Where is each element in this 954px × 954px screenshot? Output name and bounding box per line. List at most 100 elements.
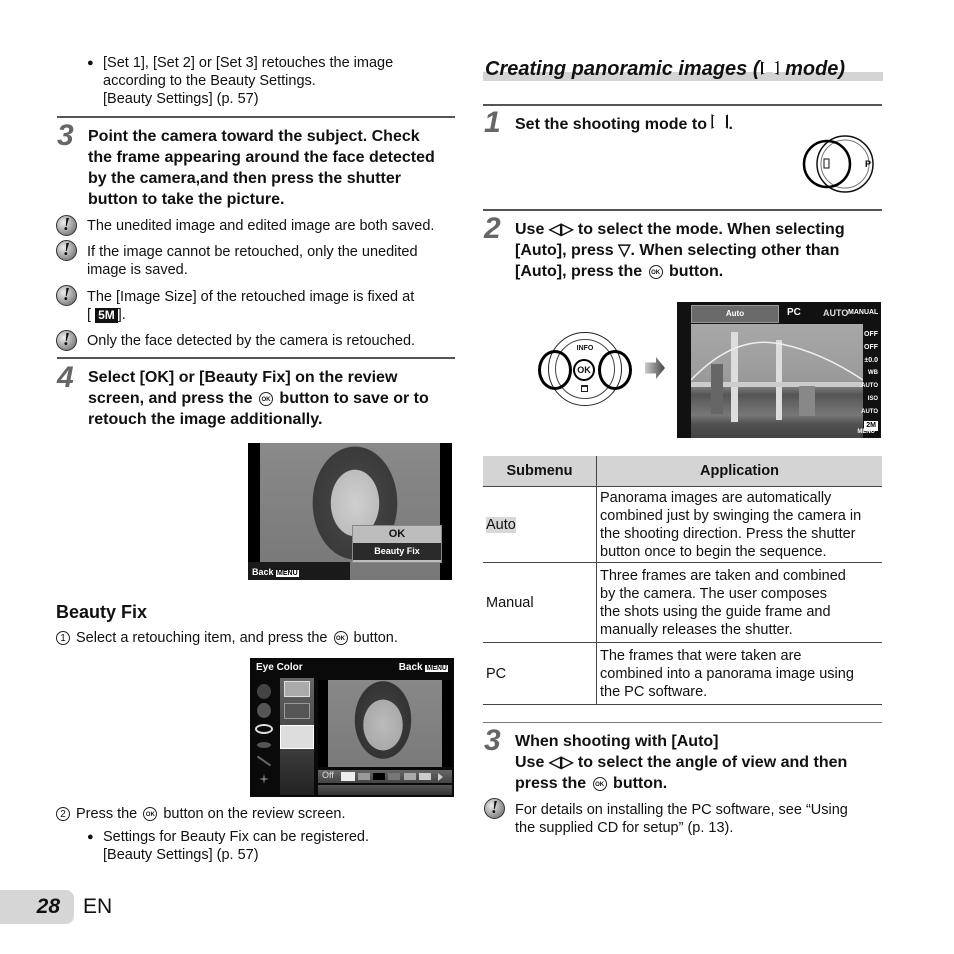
caution-icon — [484, 797, 505, 819]
divider — [483, 722, 882, 723]
submenu-cell: PC — [483, 642, 597, 705]
text: Use — [515, 221, 545, 238]
trash-icon — [581, 385, 588, 392]
text: screen, and press the — [88, 390, 253, 407]
menu-badge: MENU — [276, 570, 299, 577]
step3-line: by the camera,and then press the shutter — [88, 170, 401, 187]
face-shadow-icon[interactable] — [257, 703, 271, 718]
note: If the image cannot be retouched, only t… — [87, 243, 418, 279]
eye-icon[interactable] — [255, 724, 273, 734]
note: The [Image Size] of the retouched image … — [87, 288, 414, 324]
face-icon[interactable] — [257, 684, 271, 699]
tab-auto[interactable]: Auto — [691, 305, 779, 323]
control-pad-icon: OK INFO — [538, 332, 632, 406]
application-cell: The frames that were taken are combined … — [596, 642, 882, 705]
line: Three frames are taken and combined — [600, 567, 846, 584]
note-line: The [Image Size] of the retouched image … — [87, 289, 415, 305]
review-screen-image: Back MENU OK Beauty Fix — [248, 443, 452, 580]
beauty-fix-step2: 2 Press the OK button on the review scree… — [56, 805, 345, 823]
step3-line: press the OK button. — [515, 773, 847, 794]
step3-right-text: When shooting with [Auto] Use ◁▷ to sele… — [515, 731, 847, 794]
eye-option-3-selected[interactable] — [280, 725, 314, 749]
beauty-fix-bullet: Settings for Beauty Fix can be registere… — [87, 828, 369, 864]
note-line: image is saved. — [87, 262, 188, 278]
ok-button-icon: OK — [333, 631, 348, 646]
left-button-highlight[interactable] — [538, 350, 572, 390]
beauty-fix-option[interactable]: Beauty Fix — [353, 543, 441, 560]
lips-icon[interactable] — [257, 742, 271, 748]
off-label: Off — [322, 770, 334, 780]
table-row: Auto Panorama images are automatically c… — [483, 486, 882, 563]
text: button. — [613, 775, 668, 792]
right-button-highlight[interactable] — [598, 350, 632, 390]
side-indicators: OFF OFF ±0.0 WB AUTO ISO AUTO 2M — [856, 328, 878, 432]
divider — [57, 116, 455, 118]
back-label[interactable]: Back MENU — [399, 662, 448, 673]
ok-center-button[interactable]: OK — [573, 359, 595, 381]
step2-line: [Auto], press the OK button. — [515, 261, 845, 282]
note: For details on installing the PC softwar… — [515, 801, 848, 837]
step3-line: When shooting with [Auto] — [515, 733, 719, 750]
panorama-icon — [711, 114, 729, 129]
intensity-bar — [318, 785, 452, 795]
bracket: ]. — [117, 307, 126, 323]
ok-option[interactable]: OK — [353, 526, 441, 543]
text: to select the mode. When selecting — [577, 221, 845, 238]
step-number-3: 3 — [484, 724, 501, 757]
swatch-black[interactable] — [373, 773, 385, 780]
panorama-icon — [760, 61, 779, 75]
sparkle-icon[interactable] — [259, 774, 269, 784]
iso-indicator: ISO AUTO — [861, 396, 878, 415]
eye-option-1[interactable] — [284, 681, 310, 697]
text: Use — [515, 754, 545, 771]
mode-dial-icon: P — [802, 135, 874, 193]
swatch-darkgray[interactable] — [388, 773, 400, 780]
intro-line: [Beauty Settings] (p. 57) — [103, 91, 259, 107]
language-label: EN — [83, 895, 113, 918]
beauty-fix-heading: Beauty Fix — [56, 602, 148, 622]
menu-label: MENU — [857, 429, 875, 435]
line: combined just by swinging the camera in — [600, 507, 862, 524]
page-number-tab: 28 — [0, 890, 74, 924]
brush-icon[interactable] — [256, 755, 272, 767]
caution-icon — [56, 329, 77, 351]
application-cell: Panorama images are automatically combin… — [596, 486, 882, 563]
back-label[interactable]: Back MENU — [252, 567, 299, 577]
table-row: PC The frames that were taken are combin… — [483, 642, 882, 705]
swatch-silver[interactable] — [419, 773, 431, 780]
swatch-lightgray[interactable] — [404, 773, 416, 780]
header-submenu: Submenu — [483, 456, 597, 487]
note-line: Only the face detected by the camera is … — [87, 333, 416, 349]
left-right-arrows-icon: ◁▷ — [548, 754, 574, 771]
tab-pc[interactable]: PC — [787, 307, 801, 318]
swatch-gray[interactable] — [358, 773, 370, 780]
note-line: If the image cannot be retouched, only t… — [87, 244, 418, 260]
swatch-white[interactable] — [341, 772, 355, 781]
timer-indicator: OFF — [864, 344, 878, 351]
step3-line: the frame appearing around the face dete… — [88, 149, 435, 166]
tab-auto-mode[interactable]: AUTO — [823, 308, 848, 318]
step4-line: retouch the image additionally. — [88, 411, 323, 428]
note-line: the supplied CD for setup” (p. 13). — [515, 820, 734, 836]
info-label: INFO — [576, 345, 594, 352]
wb-indicator: WB AUTO — [861, 370, 878, 389]
submenu-name: Auto — [486, 516, 516, 533]
line: combined into a panorama image using — [600, 665, 854, 682]
bullet-line: Settings for Beauty Fix can be registere… — [103, 829, 369, 845]
text: . — [728, 116, 733, 133]
portrait — [328, 680, 442, 767]
step-number-3: 3 — [57, 119, 74, 152]
tab-manual[interactable]: MANUAL — [848, 309, 878, 316]
dial-label-p: P — [865, 159, 871, 169]
text: . When selecting other than — [630, 242, 840, 259]
eye-option-2[interactable] — [284, 703, 310, 719]
step3-text: Point the camera toward the subject. Che… — [88, 126, 435, 210]
note: Only the face detected by the camera is … — [87, 332, 415, 350]
arrow-right-icon[interactable] — [438, 773, 443, 781]
text: to select the angle of view and then — [577, 754, 848, 771]
section-title: Creating panoramic images ( mode) — [485, 58, 845, 81]
preview-photo — [318, 680, 452, 767]
step1-text: Set the shooting mode to . — [515, 114, 733, 135]
bracket: [ — [87, 307, 92, 323]
intro-line: according to the Beauty Settings. — [103, 73, 316, 89]
